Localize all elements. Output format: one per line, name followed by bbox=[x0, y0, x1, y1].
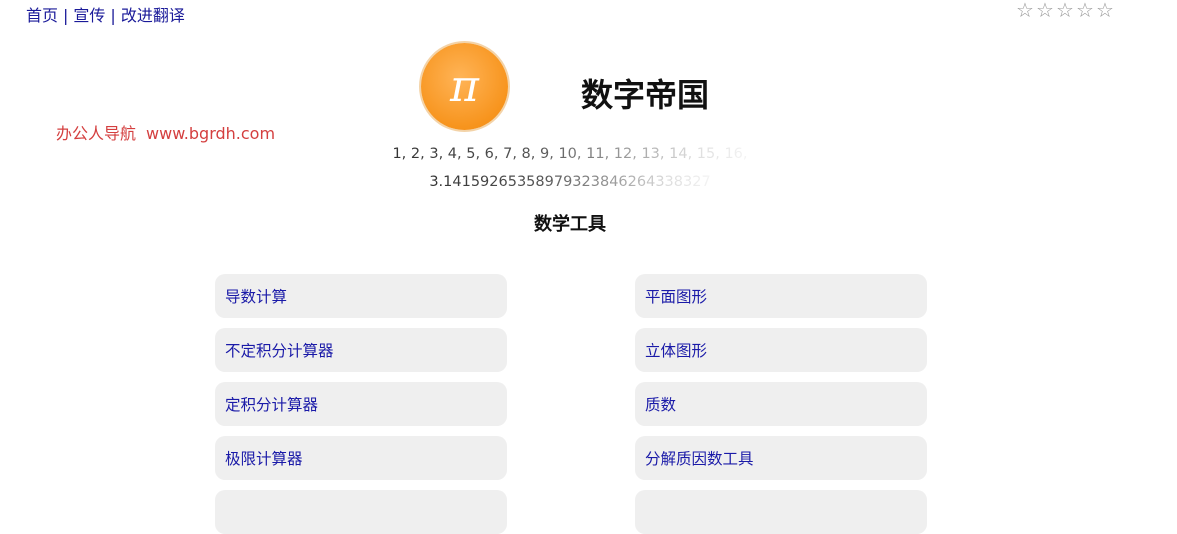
section-title: 数学工具 bbox=[534, 214, 606, 235]
side-nav-link[interactable]: 办公人导航 www.bgrdh.com bbox=[56, 120, 285, 144]
star-icon[interactable]: ☆ bbox=[1075, 0, 1095, 22]
tool-button-prime-factorization[interactable]: 分解质因数工具 bbox=[635, 436, 927, 480]
tool-button-indefinite-integral[interactable]: 不定积分计算器 bbox=[215, 328, 507, 372]
site-title: 数字帝国 bbox=[581, 76, 710, 114]
star-icon[interactable]: ☆ bbox=[1035, 0, 1055, 22]
nav-separator: | bbox=[63, 6, 69, 25]
tool-button[interactable] bbox=[215, 490, 507, 534]
number-ticker: 1, 2, 3, 4, 5, 6, 7, 8, 9, 10, 11, 12, 1… bbox=[0, 146, 1140, 162]
top-nav: 首页 | 宣传 | 改进翻译 bbox=[26, 2, 185, 26]
nav-home-link[interactable]: 首页 bbox=[26, 6, 58, 25]
side-link-url[interactable]: www.bgrdh.com bbox=[146, 124, 275, 143]
tool-button-limit[interactable]: 极限计算器 bbox=[215, 436, 507, 480]
tool-button[interactable] bbox=[635, 490, 927, 534]
pi-digits: 3.14159265358979323846264338327 bbox=[429, 174, 711, 190]
star-icon[interactable]: ☆ bbox=[1055, 0, 1075, 22]
tool-button-solid-figures[interactable]: 立体图形 bbox=[635, 328, 927, 372]
side-link-label[interactable]: 办公人导航 bbox=[56, 124, 136, 143]
nav-promo-link[interactable]: 宣传 bbox=[73, 6, 105, 25]
star-icon[interactable]: ☆ bbox=[1095, 0, 1115, 22]
tool-button-derivative[interactable]: 导数计算 bbox=[215, 274, 507, 318]
number-sequence: 1, 2, 3, 4, 5, 6, 7, 8, 9, 10, 11, 12, 1… bbox=[392, 146, 748, 162]
pi-logo-icon[interactable]: π bbox=[421, 43, 508, 130]
tool-button-definite-integral[interactable]: 定积分计算器 bbox=[215, 382, 507, 426]
nav-translate-link[interactable]: 改进翻译 bbox=[121, 6, 185, 25]
tool-button-plane-figures[interactable]: 平面图形 bbox=[635, 274, 927, 318]
star-rating[interactable]: ☆ ☆ ☆ ☆ ☆ bbox=[1015, 0, 1115, 22]
nav-separator: | bbox=[110, 6, 116, 25]
tool-button-primes[interactable]: 质数 bbox=[635, 382, 927, 426]
star-icon[interactable]: ☆ bbox=[1015, 0, 1035, 22]
pi-ticker: 3.14159265358979323846264338327 bbox=[0, 174, 1140, 190]
